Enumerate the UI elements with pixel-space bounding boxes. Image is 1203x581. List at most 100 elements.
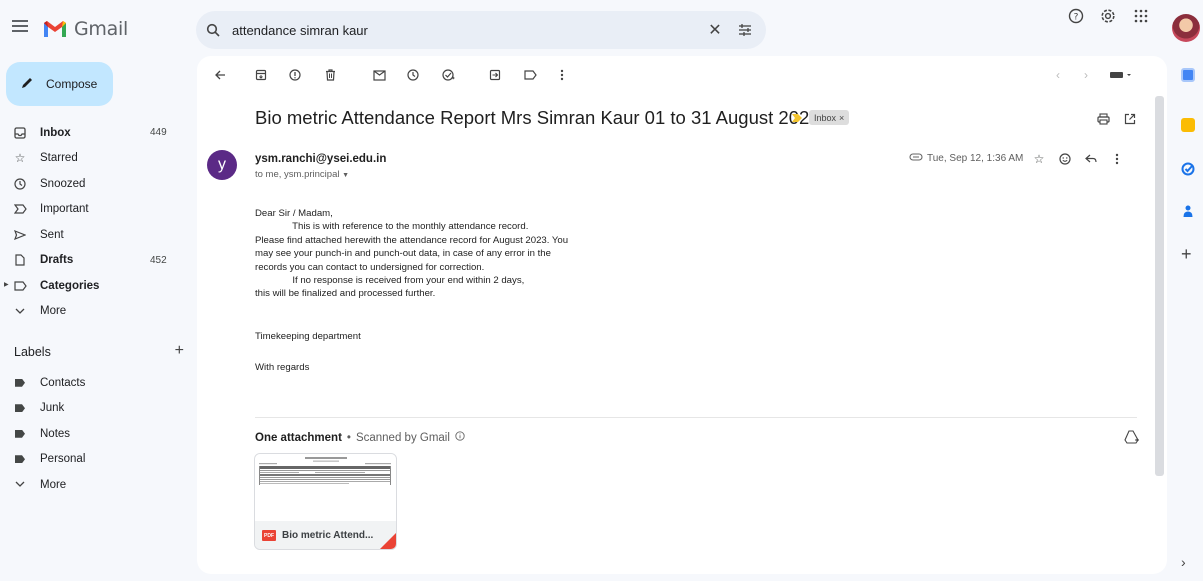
label-name: Notes (40, 427, 71, 440)
unread-count: 449 (150, 127, 167, 139)
body-line: this will be finalized and processed fur… (255, 288, 436, 300)
inbox-label-chip: Inbox × (809, 110, 850, 125)
show-details-icon[interactable]: ▼ (342, 172, 349, 179)
chevron-down-icon (0, 481, 40, 488)
clear-search-icon[interactable]: ✕ (700, 20, 730, 40)
search-input[interactable]: attendance simran kaur (230, 23, 700, 38)
sidebar-item-important[interactable]: Important (0, 197, 190, 223)
app-name: Gmail (74, 18, 128, 40)
settings-gear-icon[interactable] (1096, 4, 1120, 28)
main-menu-icon[interactable] (12, 20, 28, 34)
labels-more[interactable]: More (0, 472, 190, 498)
move-to-icon[interactable] (486, 66, 504, 84)
report-spam-icon[interactable] (286, 66, 304, 84)
info-icon[interactable] (455, 431, 465, 444)
reply-icon[interactable] (1083, 151, 1099, 167)
label-item-personal[interactable]: Personal (0, 447, 190, 473)
label-item-notes[interactable]: Notes (0, 421, 190, 447)
newer-chevron-icon[interactable]: ‹ (1049, 66, 1067, 84)
chip-label: Inbox (814, 112, 837, 123)
labels-header: Labels + (14, 343, 184, 360)
get-addons-icon[interactable]: + (1181, 245, 1195, 263)
message-toolbar: ‹ › (197, 56, 1157, 94)
document-preview-image (259, 457, 391, 485)
print-icon[interactable] (1095, 111, 1111, 127)
sidebar-item-sent[interactable]: Sent (0, 222, 190, 248)
sidebar-item-label: More (40, 305, 67, 318)
sidebar-item-label: Starred (40, 152, 78, 165)
open-new-window-icon[interactable] (1122, 111, 1138, 127)
attachment-count: One attachment (255, 431, 342, 444)
label-tag-icon (0, 404, 40, 413)
svg-text:?: ? (1074, 13, 1079, 23)
attachment-filename: Bio metric Attend... (282, 530, 374, 541)
attachment-footer: PDF Bio metric Attend... (255, 521, 396, 549)
sidebar-item-more[interactable]: More (0, 299, 190, 325)
remove-label-icon[interactable]: × (839, 113, 844, 123)
clock-icon (0, 178, 40, 190)
snooze-icon[interactable] (404, 66, 422, 84)
add-reaction-icon[interactable] (1057, 151, 1073, 167)
help-icon[interactable]: ? (1064, 4, 1088, 28)
contacts-icon[interactable] (1181, 204, 1195, 218)
recipients[interactable]: to me, ysm.principal ▼ (255, 169, 349, 180)
search-icon[interactable] (196, 23, 230, 37)
back-arrow-icon[interactable] (211, 66, 229, 84)
sender-avatar[interactable]: y (207, 150, 237, 180)
label-name: More (40, 478, 67, 491)
sender-address[interactable]: ysm.ranchi@ysei.edu.in (255, 153, 386, 165)
attachment-card[interactable]: PDF Bio metric Attend... (254, 453, 397, 550)
draft-icon (0, 254, 40, 266)
sidebar-item-drafts[interactable]: Drafts 452 (0, 248, 190, 274)
sidebar-item-inbox[interactable]: Inbox 449 (0, 120, 190, 146)
apps-grid-icon[interactable] (1129, 4, 1153, 28)
search-bar[interactable]: attendance simran kaur ✕ (196, 11, 766, 49)
sidebar-item-label: Snoozed (40, 177, 86, 190)
gmail-m-icon (44, 21, 66, 37)
mark-unread-icon[interactable] (370, 66, 388, 84)
delete-icon[interactable] (321, 66, 339, 84)
sidebar-nav: Inbox 449 ☆ Starred Snoozed Important Se… (0, 120, 190, 324)
gmail-logo[interactable]: Gmail (42, 18, 128, 40)
vertical-scrollbar[interactable] (1155, 96, 1164, 476)
attachments-divider (255, 417, 1137, 418)
sidebar-item-label: Inbox (40, 126, 71, 139)
attachments-header: One attachment • Scanned by Gmail (255, 431, 465, 444)
body-line: This is with reference to the monthly at… (255, 221, 529, 233)
star-toggle-icon[interactable]: ☆ (1031, 151, 1047, 167)
create-label-icon[interactable]: + (175, 343, 184, 359)
sidebar-item-starred[interactable]: ☆ Starred (0, 146, 190, 172)
compose-button[interactable]: Compose (6, 62, 113, 106)
search-options-icon[interactable] (730, 24, 760, 36)
archive-icon[interactable] (252, 66, 270, 84)
body-line: Please find attached herewith the attend… (255, 234, 569, 246)
date-text: Tue, Sep 12, 1:36 AM (927, 153, 1024, 164)
sidebar-item-snoozed[interactable]: Snoozed (0, 171, 190, 197)
label-tag-icon (0, 429, 40, 438)
calendar-icon[interactable] (1181, 68, 1195, 82)
important-icon (0, 204, 40, 214)
keep-icon[interactable] (1181, 118, 1195, 132)
body-line: may see your punch-in and punch-out data… (255, 248, 551, 260)
show-side-panel-icon[interactable]: › (1181, 555, 1195, 570)
body-line: records you can contact to undersigned f… (255, 261, 485, 273)
expand-arrow-icon[interactable]: ▶ (4, 281, 9, 288)
add-to-drive-icon[interactable] (1124, 430, 1140, 446)
account-avatar[interactable] (1172, 14, 1200, 42)
message-more-icon[interactable] (1109, 151, 1125, 167)
star-icon: ☆ (14, 151, 26, 166)
label-item-junk[interactable]: Junk (0, 396, 190, 422)
add-task-icon[interactable] (439, 66, 457, 84)
label-item-contacts[interactable]: Contacts (0, 370, 190, 396)
chevron-down-icon (0, 308, 40, 315)
tasks-icon[interactable] (1181, 162, 1195, 176)
label-as-icon[interactable] (521, 66, 539, 84)
older-chevron-icon[interactable]: › (1077, 66, 1095, 84)
input-tools-icon[interactable] (1109, 66, 1135, 84)
sidebar-item-categories[interactable]: ▶ Categories (0, 273, 190, 299)
more-options-icon[interactable] (553, 66, 571, 84)
body-line: Dear Sir / Madam, (255, 208, 333, 219)
sidebar-item-label: Categories (40, 279, 100, 292)
email-body: Dear Sir / Madam, This is with reference… (255, 207, 675, 301)
label-tag-icon (0, 378, 40, 387)
